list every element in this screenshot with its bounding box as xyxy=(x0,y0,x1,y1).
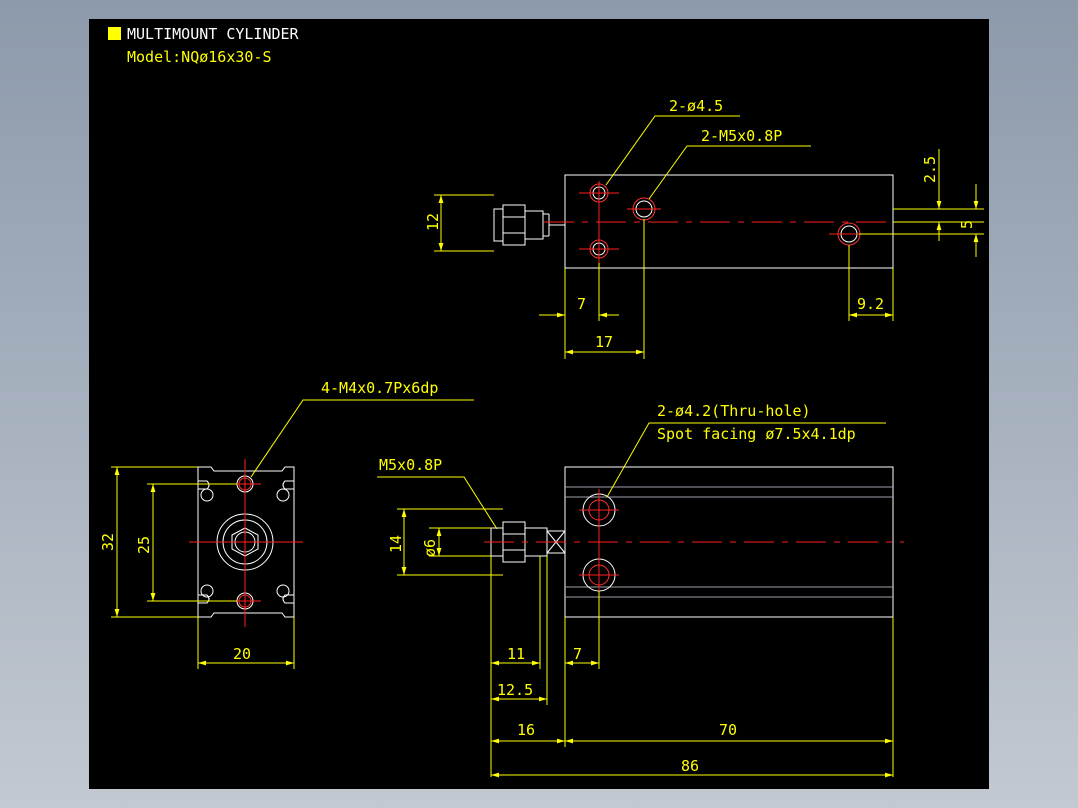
model-text: Model:NQø16x30-S xyxy=(127,48,272,66)
dim-20-text: 20 xyxy=(233,645,251,663)
dim-top-12: 12 xyxy=(424,194,494,252)
dim-7-top-text: 7 xyxy=(577,295,586,313)
top-callouts: 2-ø4.5 2-M5x0.8P xyxy=(605,97,811,200)
end-view: 4-M4x0.7Px6dp 32 25 20 xyxy=(99,379,474,669)
dim-9-2-text: 9.2 xyxy=(857,295,884,313)
dim-86-text: 86 xyxy=(681,757,699,775)
top-view: 2-ø4.5 2-M5x0.8P 12 2.5 5 7 17 9.2 xyxy=(424,97,984,359)
side-view: 2-ø4.2(Thru-hole) Spot facing ø7.5x4.1dp… xyxy=(377,402,904,778)
dim-o6-text: ø6 xyxy=(421,539,439,557)
dim-top-right: 2.5 5 xyxy=(859,149,984,257)
dim-11-text: 11 xyxy=(507,645,525,663)
callout-2-threads: 2-M5x0.8P xyxy=(701,127,782,145)
drawing-canvas: MULTIMOUNT CYLINDER Model:NQø16x30-S 2-ø… xyxy=(89,19,989,789)
callout-end-tapped: 4-M4x0.7Px6dp xyxy=(321,379,438,397)
cad-drawing: MULTIMOUNT CYLINDER Model:NQø16x30-S 2-ø… xyxy=(99,25,984,778)
title-block: MULTIMOUNT CYLINDER Model:NQø16x30-S xyxy=(108,25,300,66)
dim-17-text: 17 xyxy=(595,333,613,351)
title-text: MULTIMOUNT CYLINDER xyxy=(127,25,300,43)
callout-thru-hole: 2-ø4.2(Thru-hole) xyxy=(657,402,811,420)
callout-2-holes: 2-ø4.5 xyxy=(669,97,723,115)
dim-7-side-text: 7 xyxy=(573,645,582,663)
dim-12-text: 12 xyxy=(424,213,442,231)
callout-m5-thread: M5x0.8P xyxy=(379,456,442,474)
dim-32-text: 32 xyxy=(99,533,117,551)
dim-16-text: 16 xyxy=(517,721,535,739)
dim-2-5-text: 2.5 xyxy=(921,156,939,183)
top-holes xyxy=(589,183,861,259)
dim-12-5-text: 12.5 xyxy=(497,681,533,699)
dim-70-text: 70 xyxy=(719,721,737,739)
dim-25-text: 25 xyxy=(135,536,153,554)
callout-spot-facing: Spot facing ø7.5x4.1dp xyxy=(657,425,856,443)
dim-5-text: 5 xyxy=(958,220,976,229)
top-rod-end xyxy=(493,204,565,246)
title-marker-square xyxy=(108,27,121,40)
dim-14-text: 14 xyxy=(387,535,405,553)
